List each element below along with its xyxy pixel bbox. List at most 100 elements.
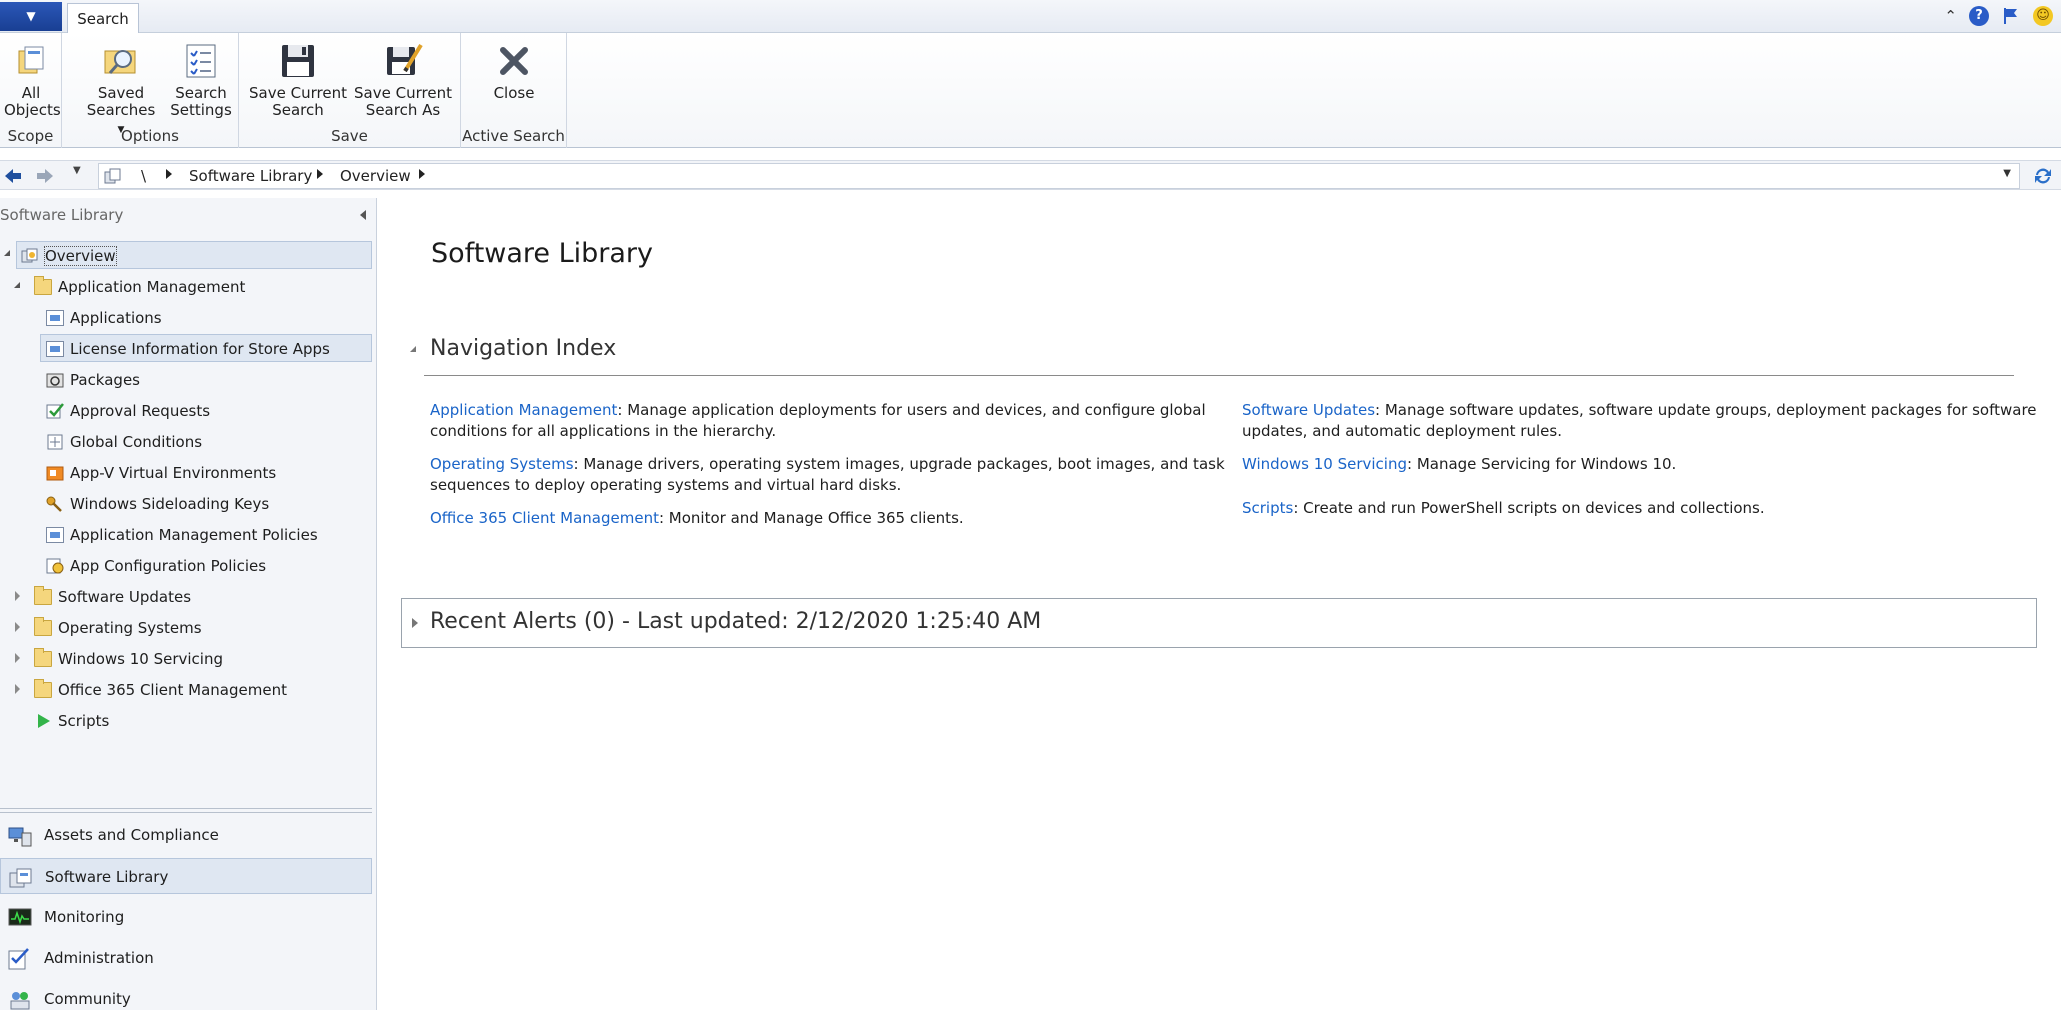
policy-icon bbox=[46, 527, 64, 543]
tree-item-license-information-for-store-apps[interactable]: License Information for Store Apps bbox=[40, 334, 372, 362]
close-search-button[interactable]: Close bbox=[479, 41, 549, 102]
all-objects-button[interactable]: All Objects bbox=[4, 41, 61, 119]
breadcrumb-overview[interactable]: Overview bbox=[340, 167, 411, 185]
title-bar-controls: ⌃ ? ☺ bbox=[1944, 4, 2053, 28]
tree-item-office-365-client-management[interactable]: Office 365 Client Management bbox=[34, 676, 287, 704]
breadcrumb-software-library[interactable]: Software Library bbox=[189, 167, 312, 185]
chevron-right-icon[interactable] bbox=[419, 169, 425, 179]
saved-searches-button[interactable]: Saved Searches ▼ bbox=[86, 41, 156, 139]
tree-item-app-configuration-policies[interactable]: App Configuration Policies bbox=[46, 552, 266, 580]
minimize-ribbon-icon[interactable]: ⌃ bbox=[1944, 7, 1957, 25]
administration-icon bbox=[8, 948, 29, 970]
config-policy-icon bbox=[46, 558, 64, 574]
nav-entry-operating-systems: Operating Systems: Manage drivers, opera… bbox=[430, 455, 1225, 494]
recent-alerts-title: Recent Alerts (0) - Last updated: 2/12/2… bbox=[430, 609, 1042, 634]
workspace-assets-and-compliance[interactable]: Assets and Compliance bbox=[0, 817, 372, 853]
expand-recent-alerts-icon[interactable] bbox=[412, 618, 418, 628]
nav-entry-scripts: Scripts: Create and run PowerShell scrip… bbox=[1242, 499, 1765, 517]
license-icon bbox=[46, 341, 64, 357]
overview-icon bbox=[21, 248, 38, 263]
recent-alerts-panel[interactable]: Recent Alerts (0) - Last updated: 2/12/2… bbox=[401, 598, 2037, 648]
ribbon-tab-strip: ▼ Search ⌃ ? ☺ bbox=[0, 0, 2061, 34]
breadcrumb-root[interactable]: \ bbox=[141, 167, 146, 185]
global-conditions-icon bbox=[47, 434, 63, 450]
nav-entry-windows-10-servicing: Windows 10 Servicing: Manage Servicing f… bbox=[1242, 455, 1677, 473]
ribbon-group-scope: All Objects Scope bbox=[0, 33, 62, 148]
ribbon: All Objects Scope Saved Searches ▼ Searc… bbox=[0, 33, 2061, 148]
key-icon bbox=[46, 496, 62, 512]
feedback-flag-icon[interactable] bbox=[2001, 6, 2021, 26]
tree-item-application-management[interactable]: Application Management bbox=[34, 273, 245, 301]
navigation-pane: Software Library Overview Application Ma… bbox=[0, 198, 377, 1010]
tree-item-app-v-virtual-environments[interactable]: App-V Virtual Environments bbox=[46, 459, 276, 487]
navigation-index-divider bbox=[424, 375, 2014, 376]
search-settings-button[interactable]: Search Settings bbox=[166, 41, 236, 119]
workspace-splitter[interactable] bbox=[0, 808, 372, 813]
application-management-link[interactable]: Application Management bbox=[430, 401, 617, 419]
tree-item-software-updates[interactable]: Software Updates bbox=[34, 583, 191, 611]
tree-item-overview[interactable]: Overview bbox=[16, 241, 372, 269]
tree-item-operating-systems[interactable]: Operating Systems bbox=[34, 614, 202, 642]
tree-item-windows-sideloading-keys[interactable]: Windows Sideloading Keys bbox=[46, 490, 269, 518]
workspace-software-library[interactable]: Software Library bbox=[0, 858, 372, 894]
expand-software-updates-icon[interactable] bbox=[15, 591, 20, 601]
navigation-index-title[interactable]: Navigation Index bbox=[430, 336, 616, 361]
tree-item-approval-requests[interactable]: Approval Requests bbox=[46, 397, 210, 425]
chevron-right-icon[interactable] bbox=[317, 169, 323, 179]
workspace-administration[interactable]: Administration bbox=[0, 940, 372, 976]
workspace-monitoring[interactable]: Monitoring bbox=[0, 899, 372, 935]
scripts-link[interactable]: Scripts bbox=[1242, 499, 1293, 517]
refresh-icon[interactable] bbox=[2032, 165, 2054, 187]
tree-item-global-conditions[interactable]: Global Conditions bbox=[46, 428, 202, 456]
tree-item-application-management-policies[interactable]: Application Management Policies bbox=[46, 521, 318, 549]
expand-collapse-application-management-icon[interactable] bbox=[14, 282, 20, 288]
package-icon bbox=[46, 373, 64, 388]
address-field[interactable]: \ Software Library Overview ▼ bbox=[98, 163, 2020, 189]
forward-arrow-icon[interactable] bbox=[34, 165, 56, 187]
address-dropdown-icon[interactable]: ▼ bbox=[2003, 168, 2011, 179]
save-current-search-button[interactable]: Save Current Search bbox=[247, 41, 349, 119]
expand-operating-systems-icon[interactable] bbox=[15, 622, 20, 632]
app-v-icon bbox=[46, 466, 64, 481]
search-settings-icon bbox=[181, 41, 221, 81]
folder-icon bbox=[34, 276, 52, 295]
save-disk-icon bbox=[278, 41, 318, 81]
smile-feedback-icon[interactable]: ☺ bbox=[2033, 6, 2053, 26]
ribbon-group-save: Save Current Search Save Current Search … bbox=[239, 33, 461, 148]
software-updates-link[interactable]: Software Updates bbox=[1242, 401, 1375, 419]
assets-and-compliance-icon bbox=[8, 827, 32, 847]
workspace-community[interactable]: Community bbox=[0, 981, 372, 1010]
collapse-navigation-index-icon[interactable] bbox=[410, 346, 416, 352]
windows-10-servicing-link[interactable]: Windows 10 Servicing bbox=[1242, 455, 1407, 473]
ribbon-group-options: Saved Searches ▼ Search Settings Options bbox=[62, 33, 239, 148]
office-365-client-management-link[interactable]: Office 365 Client Management bbox=[430, 509, 659, 527]
chevron-right-icon[interactable] bbox=[166, 169, 172, 179]
save-current-search-as-button[interactable]: Save Current Search As bbox=[351, 41, 455, 119]
console-root-icon bbox=[104, 168, 121, 184]
tab-search[interactable]: Search bbox=[67, 3, 139, 34]
tree-item-windows-10-servicing[interactable]: Windows 10 Servicing bbox=[34, 645, 223, 673]
approval-check-icon bbox=[46, 403, 64, 419]
group-label-scope: Scope bbox=[7, 127, 54, 145]
collapse-pane-icon[interactable] bbox=[360, 210, 366, 220]
community-icon bbox=[10, 992, 30, 1010]
monitoring-icon bbox=[8, 908, 32, 926]
folder-icon bbox=[34, 617, 52, 636]
operating-systems-link[interactable]: Operating Systems bbox=[430, 455, 574, 473]
folder-icon bbox=[34, 648, 52, 667]
address-bar: ▼ \ Software Library Overview ▼ bbox=[0, 160, 2061, 190]
tree-item-scripts[interactable]: Scripts bbox=[34, 707, 109, 735]
nav-entry-software-updates: Software Updates: Manage software update… bbox=[1242, 401, 2037, 440]
history-dropdown-icon[interactable]: ▼ bbox=[73, 165, 81, 176]
scripts-play-icon bbox=[38, 714, 50, 728]
expand-office-365-client-management-icon[interactable] bbox=[15, 684, 20, 694]
back-arrow-icon[interactable] bbox=[2, 165, 24, 187]
tree-item-applications[interactable]: Applications bbox=[46, 304, 162, 332]
application-menu-button[interactable]: ▼ bbox=[0, 2, 62, 31]
help-icon[interactable]: ? bbox=[1969, 6, 1989, 26]
main-content: Software Library Navigation Index Applic… bbox=[378, 198, 2061, 1010]
expand-windows-10-servicing-icon[interactable] bbox=[15, 653, 20, 663]
tree-item-packages[interactable]: Packages bbox=[46, 366, 140, 394]
expand-collapse-overview-icon[interactable] bbox=[4, 250, 10, 256]
applications-icon bbox=[46, 310, 64, 326]
